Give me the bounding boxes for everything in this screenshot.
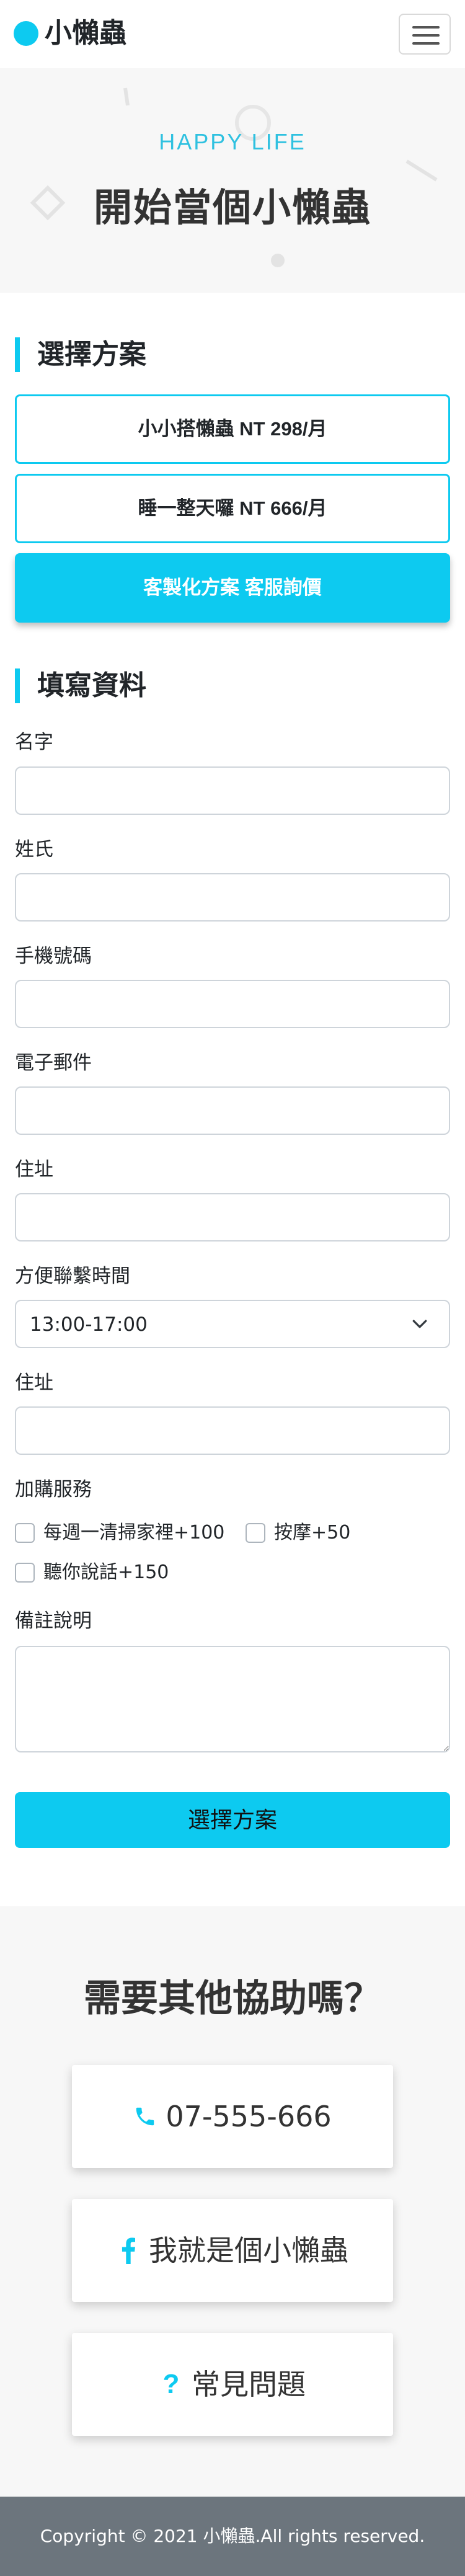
hero-subtitle: HAPPY LIFE <box>159 129 306 154</box>
first-name-label: 名字 <box>15 731 53 753</box>
extra-listen-label: 聽你說話+150 <box>43 1561 169 1583</box>
plan-button-allday[interactable]: 睡一整天囉 NT 666/月 <box>15 474 450 543</box>
plan-button-basic[interactable]: 小小搭懶蟲 NT 298/月 <box>15 394 450 464</box>
hero-banner: HAPPY LIFE 開始當個小懶蟲 <box>0 68 465 293</box>
phone-input[interactable] <box>15 980 450 1028</box>
help-faq-text: 常見問題 <box>192 2368 306 2401</box>
brand-dot-icon <box>14 21 38 46</box>
help-phone-link[interactable]: 07-555-666 <box>72 2065 393 2168</box>
extra-cleaning-checkbox[interactable]: 每週一清掃家裡+100 <box>15 1521 224 1545</box>
question-icon: ? <box>162 2369 180 2399</box>
email-input[interactable] <box>15 1086 450 1135</box>
address-label: 住址 <box>15 1158 53 1181</box>
form-heading: 填寫資料 <box>15 668 146 703</box>
brand-logo-link[interactable]: 小懶蟲 <box>14 16 126 51</box>
contact-time-select[interactable]: 13:00-17:00 <box>15 1300 450 1348</box>
brand-name: 小懶蟲 <box>45 17 126 49</box>
facebook-icon <box>117 2237 140 2264</box>
hero-title: 開始當個小懶蟲 <box>93 185 371 230</box>
extra-massage-checkbox[interactable]: 按摩+50 <box>246 1521 350 1545</box>
contact-time-value: 13:00-17:00 <box>30 1313 148 1336</box>
copyright-text: Copyright © 2021 小懶蟲.All rights reserved… <box>40 2526 425 2546</box>
last-name-label: 姓氏 <box>15 838 53 861</box>
help-phone-text: 07-555-666 <box>166 2100 332 2133</box>
plans-heading: 選擇方案 <box>15 337 146 372</box>
address2-label: 住址 <box>15 1372 53 1394</box>
checkbox-icon[interactable] <box>15 1523 35 1543</box>
help-facebook-link[interactable]: 我就是個小懶蟲 <box>72 2199 393 2302</box>
address-input[interactable] <box>15 1193 450 1241</box>
submit-button[interactable]: 選擇方案 <box>15 1792 450 1848</box>
notes-label: 備註說明 <box>15 1610 92 1632</box>
plan-button-custom[interactable]: 客製化方案 客服詢價 <box>15 553 450 623</box>
nav-toggle-button[interactable] <box>399 14 451 55</box>
hamburger-menu-icon <box>412 34 440 37</box>
extra-cleaning-label: 每週一清掃家裡+100 <box>43 1522 225 1543</box>
contact-time-label: 方便聯繫時間 <box>15 1265 130 1287</box>
help-section: 需要其他協助嗎？ 07-555-666 我就是個小懶蟲 ? 常見問題 <box>0 1906 465 2497</box>
hamburger-menu-icon <box>412 26 440 29</box>
help-faq-link[interactable]: ? 常見問題 <box>72 2333 393 2436</box>
phone-icon <box>133 2105 157 2128</box>
extra-massage-label: 按摩+50 <box>274 1522 351 1543</box>
first-name-input[interactable] <box>15 766 450 815</box>
checkbox-icon[interactable] <box>15 1563 35 1583</box>
navbar: 小懶蟲 <box>0 0 465 68</box>
footer: Copyright © 2021 小懶蟲.All rights reserved… <box>0 2497 465 2576</box>
email-label: 電子郵件 <box>15 1052 92 1074</box>
notes-textarea[interactable] <box>15 1646 450 1752</box>
help-title: 需要其他協助嗎？ <box>84 1977 381 2020</box>
extras-label: 加購服務 <box>15 1478 92 1501</box>
phone-label: 手機號碼 <box>15 945 92 967</box>
address2-input[interactable] <box>15 1406 450 1455</box>
extra-listen-checkbox[interactable]: 聽你說話+150 <box>15 1560 169 1585</box>
chevron-down-icon <box>412 1320 427 1328</box>
help-facebook-text: 我就是個小懶蟲 <box>149 2234 348 2267</box>
checkbox-icon[interactable] <box>246 1523 265 1543</box>
last-name-input[interactable] <box>15 873 450 922</box>
hamburger-menu-icon <box>412 42 440 45</box>
